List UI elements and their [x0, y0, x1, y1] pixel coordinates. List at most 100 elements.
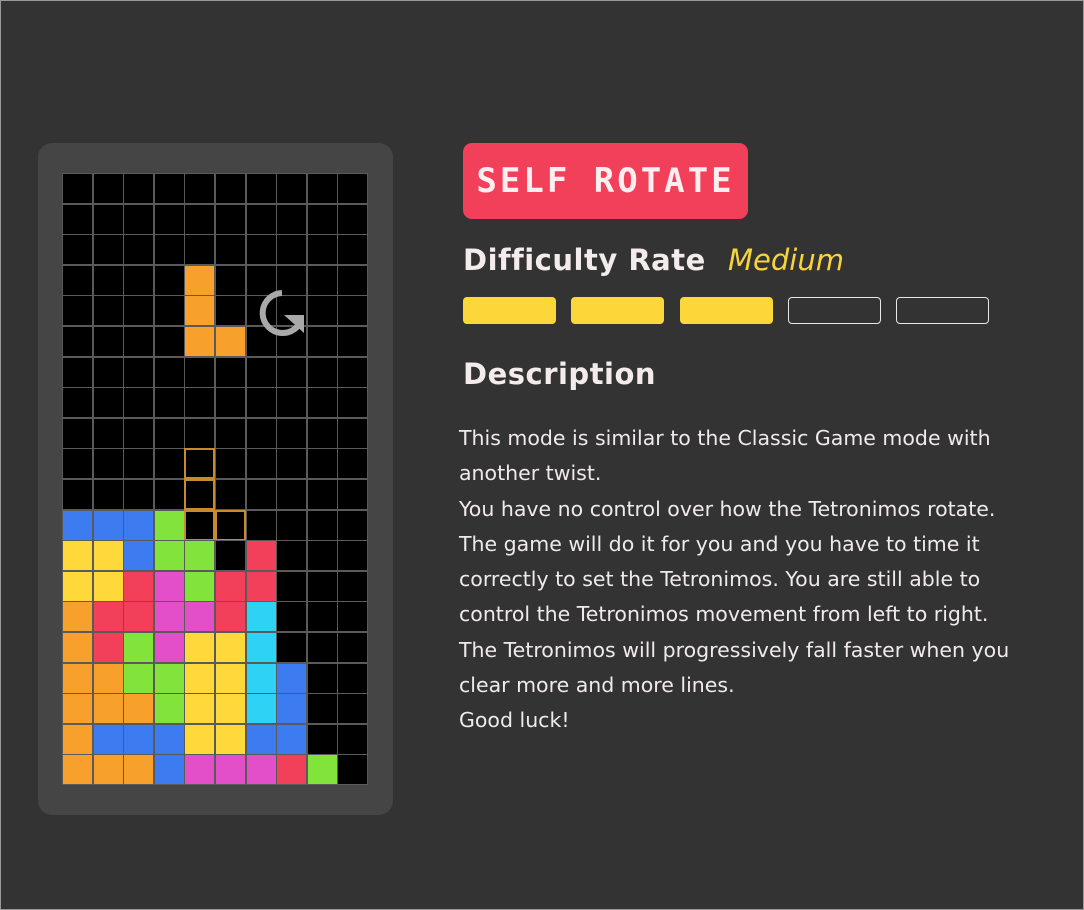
locked-block-cell: [123, 632, 155, 663]
board-cell: [184, 387, 216, 419]
board-cell: [215, 356, 246, 388]
difficulty-bar: [463, 297, 556, 324]
board-cell: [215, 173, 246, 204]
locked-block-cell: [123, 723, 155, 755]
board-cell: [337, 754, 369, 786]
board-cell: [92, 479, 124, 510]
locked-block-cell: [215, 632, 246, 663]
locked-block-cell: [276, 693, 308, 725]
locked-block-cell: [276, 662, 308, 694]
board-cell: [276, 387, 308, 419]
difficulty-bar: [787, 297, 881, 324]
locked-block-cell: [215, 570, 246, 602]
board-cell: [92, 448, 124, 480]
board-cell: [92, 234, 124, 266]
board-cell: [306, 264, 338, 296]
locked-block-cell: [123, 570, 155, 602]
locked-block-cell: [123, 754, 155, 786]
board-cell: [306, 173, 338, 204]
board-cell: [337, 295, 369, 327]
board-cell: [62, 448, 93, 480]
locked-block-cell: [92, 570, 124, 602]
board-cell: [92, 203, 124, 235]
description-paragraph: You have no control over how the Tetroni…: [459, 496, 996, 627]
board-cell: [62, 417, 93, 449]
board-cell: [337, 601, 369, 633]
board-cell: [276, 632, 308, 663]
board-cell: [215, 387, 246, 419]
board-cell: [92, 387, 124, 419]
board-cell: [215, 203, 246, 235]
board-cell: [245, 234, 277, 266]
board-cell: [306, 632, 338, 663]
board-cell: [337, 448, 369, 480]
description-paragraph: The Tetronimos will progressively fall f…: [459, 637, 1010, 698]
locked-block-cell: [62, 723, 93, 755]
board-cell: [153, 203, 185, 235]
locked-block-cell: [215, 723, 246, 755]
board-cell: [276, 234, 308, 266]
locked-block-cell: [215, 693, 246, 725]
description-paragraph: This mode is similar to the Classic Game…: [459, 426, 991, 486]
board-cell: [123, 264, 155, 296]
board-cell: [153, 448, 185, 480]
board-cell: [123, 356, 155, 388]
locked-block-cell: [62, 540, 93, 572]
board-cell: [276, 173, 308, 204]
locked-block-cell: [215, 754, 246, 786]
locked-block-cell: [184, 754, 216, 786]
board-cell: [153, 173, 185, 204]
mode-title: SELF ROTATE: [476, 161, 735, 201]
board-cell: [62, 203, 93, 235]
locked-block-cell: [153, 601, 185, 633]
board-cell: [184, 203, 216, 235]
board-cell: [337, 540, 369, 572]
board-cell: [306, 601, 338, 633]
board-cell: [153, 356, 185, 388]
board-cell: [123, 295, 155, 327]
board-cell: [337, 234, 369, 266]
board-cell: [337, 509, 369, 541]
difficulty-value: Medium: [728, 243, 844, 277]
board-cell: [337, 173, 369, 204]
locked-block-cell: [245, 601, 277, 633]
active-piece-cell: [184, 326, 216, 357]
locked-block-cell: [92, 662, 124, 694]
locked-block-cell: [123, 662, 155, 694]
locked-block-cell: [306, 754, 338, 786]
locked-block-cell: [123, 601, 155, 633]
board-cell: [337, 326, 369, 357]
board-cell: [306, 417, 338, 449]
board-cell: [276, 509, 308, 541]
board-cell: [62, 326, 93, 357]
board-cell: [153, 264, 185, 296]
locked-block-cell: [92, 693, 124, 725]
locked-block-cell: [62, 601, 93, 633]
board-cell: [276, 448, 308, 480]
board-cell: [337, 723, 369, 755]
board-cell: [123, 326, 155, 357]
tetris-board: [62, 173, 369, 786]
board-cell: [215, 264, 246, 296]
board-cell: [123, 417, 155, 449]
board-cell: [306, 570, 338, 602]
board-cell: [337, 356, 369, 388]
board-cell: [306, 203, 338, 235]
board-cell: [92, 417, 124, 449]
board-cell: [306, 295, 338, 327]
locked-block-cell: [184, 540, 216, 572]
board-cell: [276, 479, 308, 510]
board-cell: [337, 387, 369, 419]
locked-block-cell: [184, 570, 216, 602]
board-cell: [153, 479, 185, 510]
locked-block-cell: [123, 540, 155, 572]
locked-block-cell: [245, 570, 277, 602]
board-cell: [306, 234, 338, 266]
board-cell: [337, 570, 369, 602]
board-cell: [337, 417, 369, 449]
board-cell: [62, 387, 93, 419]
locked-block-cell: [184, 601, 216, 633]
description-title: Description: [463, 357, 657, 391]
locked-block-cell: [184, 632, 216, 663]
board-cell: [184, 173, 216, 204]
